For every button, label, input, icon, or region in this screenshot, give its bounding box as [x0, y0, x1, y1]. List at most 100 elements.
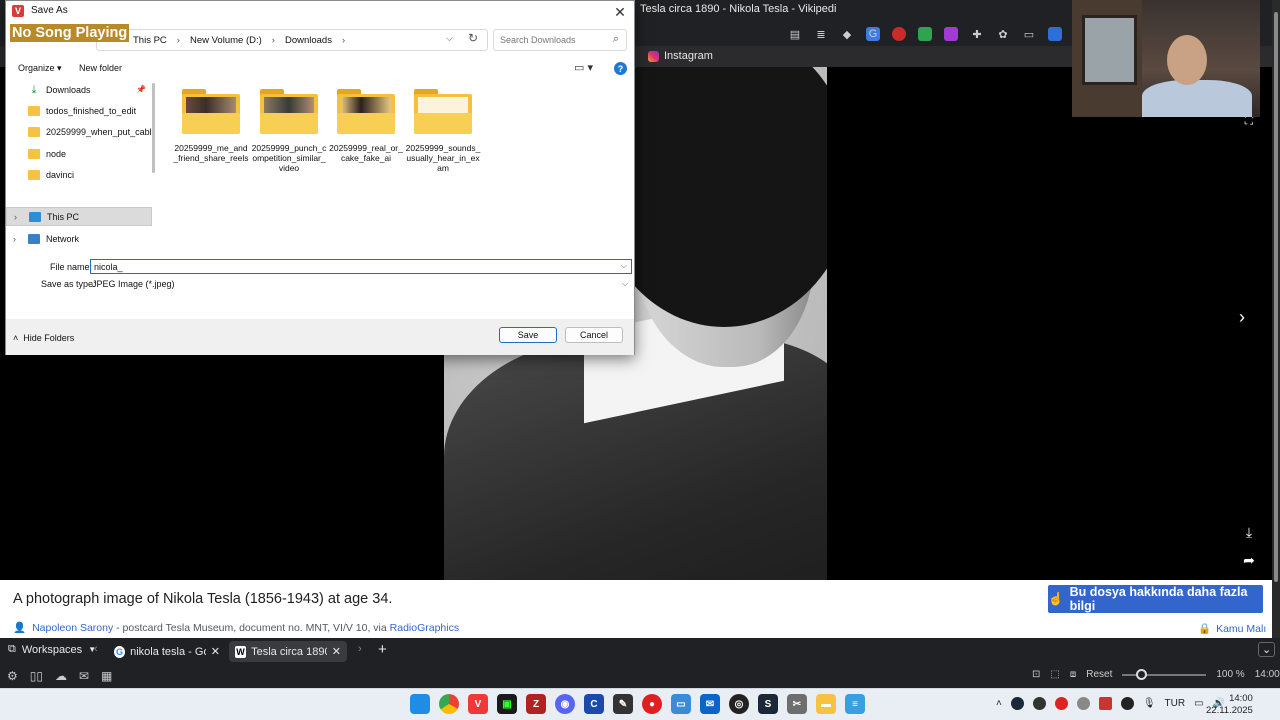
notes-icon[interactable]: ≣ [814, 27, 828, 41]
cancel-button[interactable]: Cancel [565, 327, 623, 343]
new-folder-button[interactable]: New folder [79, 63, 122, 73]
close-icon[interactable]: ✕ [211, 645, 220, 658]
mail-icon[interactable]: ✉ [79, 669, 89, 683]
page-scrollbar[interactable] [1272, 0, 1280, 638]
help-icon[interactable]: ? [614, 62, 627, 75]
windows-start-icon[interactable] [410, 694, 430, 714]
save-button[interactable]: Save [499, 327, 557, 343]
extension-purple-icon[interactable] [944, 27, 958, 41]
network-icon[interactable]: ▭ [1194, 698, 1203, 709]
author-link[interactable]: Napoleon Sarony [32, 622, 113, 634]
chevron-right-icon[interactable]: › [13, 234, 16, 244]
translate-icon[interactable]: G [866, 27, 880, 41]
tools-icon[interactable]: ✂ [787, 694, 807, 714]
breadcrumb-downloads[interactable]: Downloads [285, 35, 332, 46]
save-type-select[interactable]: JPEG Image (*.jpeg) [92, 279, 175, 289]
file-name-input[interactable]: nicola_ ⌵ [90, 259, 632, 274]
nav-scrollbar[interactable] [152, 83, 155, 173]
image-toggle-icon[interactable]: ⬚ [1050, 669, 1059, 680]
folder-item[interactable]: 20259999_punch_competition_similar_video [251, 89, 327, 173]
download-icon[interactable]: ⤓ [1236, 519, 1262, 545]
zoom-reset-button[interactable]: Reset [1086, 669, 1112, 680]
workspaces-button[interactable]: ⧉ Workspaces ▼ [8, 643, 96, 656]
share-icon[interactable]: ➦ [1236, 547, 1262, 573]
refresh-icon[interactable]: ↻ [468, 31, 478, 45]
bookmark-icon[interactable]: ◆ [840, 27, 854, 41]
tray-expand-icon[interactable]: ˄ [996, 698, 1002, 709]
tab-scroll-right-icon[interactable]: › [358, 643, 362, 655]
recorder-icon[interactable]: ● [642, 694, 662, 714]
new-tab-button[interactable]: + [378, 641, 387, 658]
page-actions-icon[interactable]: ⧈ [1070, 669, 1076, 680]
folder-item[interactable]: 20259999_real_or_cake_fake_ai [328, 89, 404, 163]
tab-wikipedia[interactable]: W Tesla circa 1890 - Nikol ✕ [229, 641, 347, 662]
bookmark-instagram[interactable]: Instagram [648, 50, 713, 62]
address-bar[interactable]: This PC › New Volume (D:) › Downloads › [96, 29, 488, 51]
tab-menu-icon[interactable]: ⌄ [1258, 642, 1276, 657]
license-link[interactable]: 🔒 Kamu Malı [1198, 622, 1266, 636]
vpn-icon[interactable] [1048, 27, 1062, 41]
tray-steam-icon[interactable] [1010, 697, 1024, 710]
chevron-down-icon[interactable]: ⌵ [622, 279, 628, 289]
cloud-icon[interactable]: ☁ [55, 669, 67, 683]
shield-icon[interactable] [918, 27, 932, 41]
close-icon[interactable]: ✕ [332, 645, 341, 658]
organize-button[interactable]: Organize ▾ [18, 63, 62, 74]
language-indicator[interactable]: TUR [1165, 698, 1186, 709]
tray-flag-icon[interactable] [1098, 697, 1112, 710]
notepad-icon[interactable]: ≡ [845, 694, 865, 714]
nav-item-this-pc[interactable]: › This PC [6, 207, 152, 226]
search-input[interactable]: Search Downloads ⌕ [493, 29, 627, 51]
hide-folders-button[interactable]: ˄ Hide Folders [13, 333, 74, 343]
tray-grey-icon[interactable] [1076, 697, 1090, 710]
vivaldi-icon[interactable]: V [468, 694, 488, 714]
tile-icon[interactable]: ▯▯ [30, 669, 43, 683]
taskbar-clock[interactable]: 14:00 22.11.2025 [1206, 693, 1253, 717]
tray-red-icon[interactable] [1054, 697, 1068, 710]
nav-item-network[interactable]: › Network [6, 229, 152, 248]
view-options-icon[interactable]: ▭ ▾ [574, 61, 593, 74]
more-info-button[interactable]: ☝ Bu dosya hakkında daha fazla bilgi [1048, 585, 1263, 613]
reader-icon[interactable]: ▤ [788, 27, 802, 41]
tray-app-icon[interactable] [1032, 697, 1046, 710]
inkscape-icon[interactable]: ✎ [613, 694, 633, 714]
chevron-down-icon[interactable]: ⌵ [621, 261, 627, 271]
nav-item-davinci[interactable]: davinci [6, 165, 152, 184]
zoom-slider[interactable] [1122, 668, 1207, 680]
terminal-icon[interactable]: ▣ [497, 694, 517, 714]
file-explorer-icon[interactable]: ▬ [816, 694, 836, 714]
folder-name: 20259999_me_and_friend_share_reels [173, 143, 249, 163]
puzzle-icon[interactable]: ✚ [970, 27, 984, 41]
tab-scroll-left-icon[interactable]: ‹ [94, 643, 98, 655]
extension-grey-icon[interactable]: ✿ [996, 27, 1010, 41]
nav-item-node[interactable]: node [6, 144, 152, 163]
capture-icon[interactable]: ⊡ [1032, 669, 1040, 680]
next-image-button[interactable]: › [1229, 304, 1255, 330]
nav-item-todos[interactable]: todos_finished_to_edit [6, 101, 152, 120]
breadcrumb-this-pc[interactable]: This PC [133, 35, 167, 46]
obs-icon[interactable]: ◎ [729, 694, 749, 714]
calendar-icon[interactable]: ▦ [101, 669, 112, 683]
discord-icon[interactable]: ◉ [555, 694, 575, 714]
steam-icon[interactable]: S [758, 694, 778, 714]
sidebar-icon[interactable]: ▭ [1022, 27, 1036, 41]
filezilla-icon[interactable]: Z [526, 694, 546, 714]
tray-dark-icon[interactable] [1120, 697, 1134, 710]
sync-icon[interactable]: ⚙ [7, 669, 18, 683]
extension-red-icon[interactable] [892, 27, 906, 41]
editor-icon[interactable]: C [584, 694, 604, 714]
nav-item-downloads[interactable]: ⤓ Downloads 📌 [6, 80, 152, 99]
chevron-down-icon[interactable]: ⌵ [446, 33, 453, 44]
photos-icon[interactable]: ▭ [671, 694, 691, 714]
breadcrumb-volume[interactable]: New Volume (D:) [190, 35, 262, 46]
tab-google[interactable]: G nikola tesla - Google'd ✕ [108, 641, 226, 662]
nav-item-cable[interactable]: 20259999_when_put_cable_rem [6, 122, 152, 141]
source-link[interactable]: RadioGraphics [390, 622, 459, 634]
outlook-icon[interactable]: ✉ [700, 694, 720, 714]
chrome-icon[interactable] [439, 694, 459, 714]
close-button[interactable]: ✕ [610, 2, 630, 22]
microphone-icon[interactable]: 🎙 [1143, 698, 1156, 709]
folder-item[interactable]: 20259999_me_and_friend_share_reels [173, 89, 249, 163]
chevron-right-icon[interactable]: › [14, 212, 17, 222]
folder-item[interactable]: 20259999_sounds_usually_hear_in_exam [405, 89, 481, 173]
